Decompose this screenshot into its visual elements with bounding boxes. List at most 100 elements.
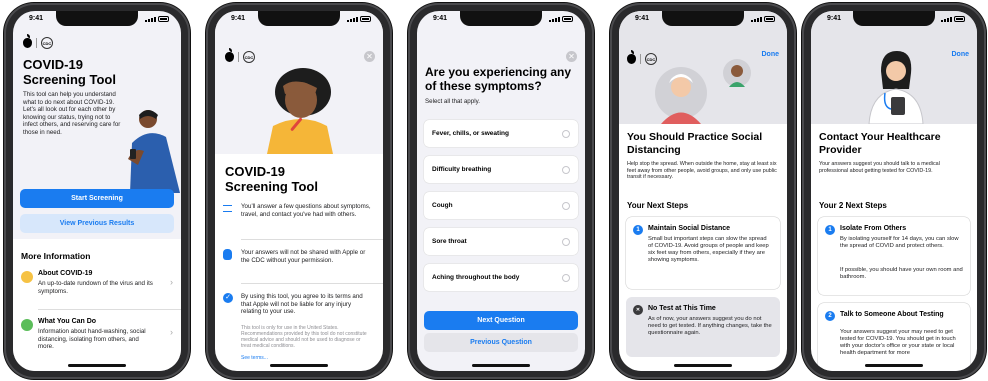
sick-person-illustration — [267, 68, 333, 154]
result-title: You Should Practice Social Distancing — [627, 131, 763, 156]
result-desc: Your answers suggest you should talk to … — [819, 161, 940, 174]
list-item-what-you-can-do[interactable]: What You Can Do Information about hand-w… — [13, 315, 181, 363]
step-title: Maintain Social Distance — [648, 225, 731, 232]
battery-icon — [158, 16, 169, 22]
step-card-2: 2 Talk to Someone About Testing Your ans… — [818, 303, 970, 371]
cdc-logo: CDC — [41, 37, 53, 49]
step-number-badge: 2 — [825, 311, 835, 321]
step-card-1: 1 Maintain Social Distance Small but imp… — [626, 217, 780, 289]
checkmark-icon: ✓ — [223, 293, 233, 303]
screen-5: 9:41 Done Contact Your Healthcare Provid… — [811, 11, 977, 371]
sun-icon — [21, 271, 33, 283]
home-indicator — [270, 364, 328, 367]
result-title: Contact Your Healthcare Provider — [819, 131, 941, 156]
apple-logo-icon — [23, 34, 32, 48]
symptom-option[interactable]: Difficulty breathing — [424, 156, 578, 183]
step-title: No Test at This Time — [648, 305, 716, 312]
item-title: What You Can Do — [38, 318, 97, 325]
screen-2: 9:41 CDC ✕ COVID-19 Screening Tool You'l… — [215, 11, 383, 371]
signal-icon — [751, 17, 762, 22]
fine-print: This tool is only for use in the United … — [241, 325, 367, 349]
view-previous-results-button[interactable]: View Previous Results — [20, 214, 174, 233]
step-desc: By isolating yourself for 14 days, you c… — [840, 236, 959, 249]
checkbox-circle-icon — [562, 273, 570, 282]
symptom-option[interactable]: Sore throat — [424, 228, 578, 255]
next-question-button[interactable]: Next Question — [424, 311, 578, 330]
step-title: Isolate From Others — [840, 225, 907, 232]
status-time: 9:41 — [827, 15, 842, 22]
start-screening-button[interactable]: Start Screening — [20, 189, 174, 208]
item-title: About COVID-19 — [38, 270, 93, 277]
home-indicator — [674, 364, 732, 367]
phone-2: 9:41 CDC ✕ COVID-19 Screening Tool You'l… — [206, 3, 392, 379]
step-desc: Small but important steps can slow the s… — [648, 236, 769, 263]
notch — [853, 11, 935, 26]
see-terms-link[interactable]: See terms... — [241, 355, 268, 361]
phone-1: 9:41 CDC COVID-19 Screening Tool This to… — [4, 3, 190, 379]
checkbox-circle-icon — [562, 165, 570, 174]
chevron-right-icon: › — [170, 277, 173, 287]
hands-icon — [21, 319, 33, 331]
logos: CDC — [23, 34, 53, 49]
status-time: 9:41 — [635, 15, 650, 22]
apple-logo-icon — [627, 50, 636, 64]
step-number-badge: 1 — [825, 225, 835, 235]
signal-icon — [549, 17, 560, 22]
done-button[interactable]: Done — [952, 51, 970, 58]
home-indicator — [865, 364, 923, 367]
battery-icon — [562, 16, 573, 22]
status-time: 9:41 — [29, 15, 44, 22]
home-indicator — [472, 364, 530, 367]
chevron-right-icon: › — [170, 327, 173, 337]
result-desc: Help stop the spread. When outside the h… — [627, 161, 777, 181]
distancing-people-illustration — [655, 59, 751, 124]
doctor-illustration — [868, 51, 924, 124]
list-icon — [223, 205, 232, 212]
cdc-logo: CDC — [243, 51, 255, 63]
checkbox-circle-icon — [562, 237, 570, 246]
step-desc: As of now, your answers suggest you do n… — [648, 316, 772, 336]
checkbox-circle-icon — [562, 201, 570, 210]
phone-3: 9:41 ✕ Are you experiencing any of these… — [408, 3, 594, 379]
battery-icon — [764, 16, 775, 22]
home-indicator — [68, 364, 126, 367]
close-icon[interactable]: ✕ — [566, 51, 577, 62]
phone-5: 9:41 Done Contact Your Healthcare Provid… — [802, 3, 986, 379]
status-time: 9:41 — [433, 15, 448, 22]
phone-4: 9:41 Done CDC You Should Practice Social… — [610, 3, 796, 379]
status-time: 9:41 — [231, 15, 246, 22]
list-item-about-covid[interactable]: About COVID-19 An up-to-date rundown of … — [13, 267, 181, 309]
signal-icon — [941, 17, 952, 22]
symptom-option[interactable]: Fever, chills, or sweating — [424, 120, 578, 147]
symptom-option[interactable]: Aching throughout the body — [424, 264, 578, 291]
notch — [258, 11, 340, 26]
previous-question-button[interactable]: Previous Question — [424, 333, 578, 352]
symptom-option[interactable]: Cough — [424, 192, 578, 219]
item-desc: Information about hand-washing, social d… — [38, 328, 146, 351]
item-desc: An up-to-date rundown of the virus and i… — [38, 280, 153, 295]
step-number-badge: 1 — [633, 225, 643, 235]
info-text: You'll answer a few questions about symp… — [241, 203, 371, 218]
signal-icon — [347, 17, 358, 22]
more-info-header: More Information — [21, 251, 91, 261]
step-desc: Your answers suggest your may need to ge… — [840, 329, 956, 356]
next-steps-header: Your 2 Next Steps — [819, 201, 887, 210]
notch — [56, 11, 138, 26]
notch — [662, 11, 744, 26]
close-icon[interactable]: ✕ — [364, 51, 375, 62]
screen-4: 9:41 Done CDC You Should Practice Social… — [619, 11, 787, 371]
info-text: By using this tool, you agree to its ter… — [241, 293, 363, 316]
hand-icon — [223, 249, 232, 260]
screen-3: 9:41 ✕ Are you experiencing any of these… — [417, 11, 585, 371]
next-steps-header: Your Next Steps — [627, 201, 689, 210]
apple-logo-icon — [225, 48, 234, 62]
step-card-2: ✕ No Test at This Time As of now, your a… — [626, 297, 780, 357]
question-subtitle: Select all that apply. — [425, 98, 480, 105]
step-title: Talk to Someone About Testing — [840, 311, 944, 318]
checkbox-circle-icon — [562, 129, 570, 138]
intro-text: This tool can help you understand what t… — [23, 91, 121, 136]
battery-icon — [954, 16, 965, 22]
screen-1: 9:41 CDC COVID-19 Screening Tool This to… — [13, 11, 181, 371]
battery-icon — [360, 16, 371, 22]
step-desc-2: If possible, you should have your own ro… — [840, 267, 963, 280]
